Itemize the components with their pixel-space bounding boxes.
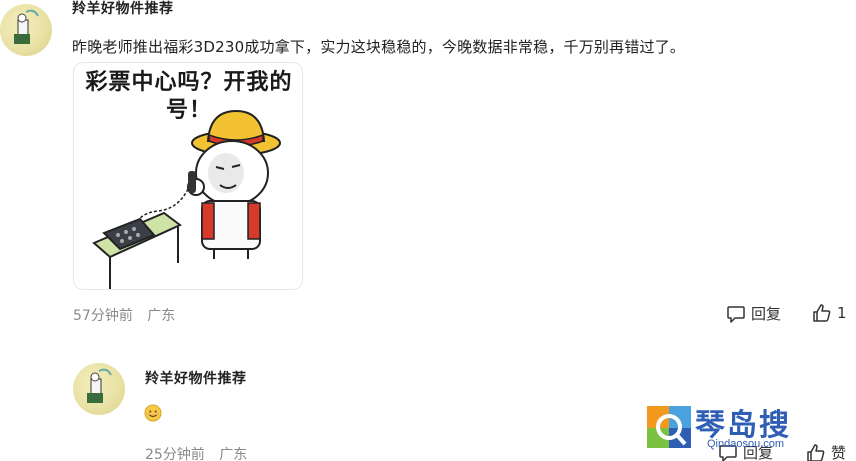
watermark-url: Qindaosou.com	[707, 438, 785, 450]
thumbs-up-icon	[807, 443, 825, 461]
username[interactable]: 羚羊好物件推荐	[72, 0, 174, 18]
like-button[interactable]: 1	[812, 303, 847, 323]
like-label: 赞	[831, 444, 847, 461]
like-count: 1	[837, 304, 847, 322]
timestamp: 25分钟前	[145, 447, 205, 461]
comment-meta: 25分钟前 广东	[145, 444, 247, 461]
avatar[interactable]	[73, 363, 125, 415]
reply-label: 回复	[751, 305, 782, 323]
comment-meta: 57分钟前 广东	[73, 305, 175, 325]
site-watermark: 琴岛搜 Qindaosou.com	[645, 400, 805, 455]
thumbs-up-icon	[813, 304, 831, 322]
location: 广东	[219, 447, 248, 461]
avatar[interactable]	[0, 4, 52, 56]
username[interactable]: 羚羊好物件推荐	[145, 368, 247, 388]
reply-button[interactable]: 回复	[726, 303, 781, 324]
timestamp: 57分钟前	[73, 308, 133, 324]
comment-image[interactable]: 彩票中心吗？开我的 号！	[73, 62, 303, 290]
comment-text: 昨晚老师推出福彩3D230成功拿下，实力这块稳稳的，今晚数据非常稳，千万别再错过…	[72, 38, 686, 56]
like-button[interactable]: 赞	[806, 442, 846, 461]
smiley-emoji	[144, 404, 162, 422]
qindaosou-logo-icon	[647, 406, 691, 448]
comment-bubble-icon	[727, 305, 745, 323]
location: 广东	[147, 308, 176, 324]
